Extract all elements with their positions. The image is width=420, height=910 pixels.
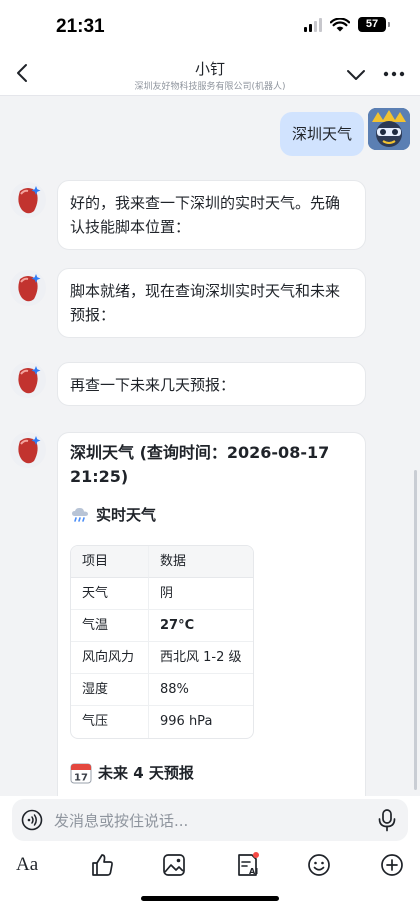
table-cell-value: 27°C [149,610,253,642]
chat-scrollbar[interactable] [414,470,417,790]
thumbs-up-icon[interactable] [88,851,116,879]
add-icon[interactable] [378,851,406,879]
user-message-bubble[interactable]: 深圳天气 [279,112,364,156]
table-cell-value: 阴 [149,578,253,610]
chat-messages[interactable]: 深圳天气 好的，我来查一下深圳的实时天气。先确认技能脚本位置： 脚本就绪，现在查… [0,96,420,796]
user-avatar[interactable] [368,108,410,150]
bot-logo-icon [18,366,41,394]
table-cell-value: 88% [149,674,253,706]
image-icon[interactable] [160,851,188,879]
table-header-data: 数据 [149,546,253,578]
chat-header: 小钉 深圳友好物科技服务有限公司(机器人) [0,52,420,96]
cellular-signal-icon [304,17,322,32]
bot-message-bubble[interactable]: 好的，我来查一下深圳的实时天气。先确认技能脚本位置： [57,180,366,250]
bot-message-bubble[interactable]: 脚本就绪，现在查询深圳实时天气和未来预报： [57,268,366,338]
notification-dot [253,852,259,858]
input-toolbar: Aa AI [0,851,420,881]
bot-logo-icon [18,186,41,214]
microphone-icon[interactable] [376,808,398,832]
weather-data-table: 项目 数据 天气 阴 气温 27°C 风向风力 西北风 1-2 级 湿度 88%… [70,545,254,739]
voice-mode-icon[interactable] [21,809,43,831]
table-header-item: 项目 [71,546,149,578]
table-cell-item: 风向风力 [71,642,149,674]
bot-avatar[interactable] [10,270,46,306]
bot-message-bubble[interactable]: 再查一下未来几天预报： [57,362,366,406]
cloud-rain-icon [72,507,88,522]
status-time: 21:31 [56,16,105,37]
message-input-placeholder[interactable]: 发消息或按住说话... [54,810,188,831]
realtime-weather-heading: 实时天气 [70,503,353,527]
status-bar: 21:31 57 [0,0,420,52]
realtime-weather-title: 实时天气 [96,506,157,524]
cartoon-avatar-icon [368,108,410,150]
svg-text:AI: AI [249,867,258,876]
table-row: 天气 阴 [71,578,253,610]
table-cell-value: 西北风 1-2 级 [149,642,253,674]
wifi-icon [330,17,350,31]
calendar-icon: 17 [70,763,92,784]
table-cell-item: 气温 [71,610,149,642]
forecast-heading: 17 未来 4 天预报 [70,761,353,785]
table-cell-item: 湿度 [71,674,149,706]
input-area: 发消息或按住说话... Aa AI [0,796,420,910]
status-icons: 57 [304,17,390,32]
table-row: 气压 996 hPa [71,706,253,738]
forecast-title: 未来 4 天预报 [98,764,194,782]
table-cell-item: 气压 [71,706,149,738]
bot-avatar[interactable] [10,432,46,468]
weather-card[interactable]: 深圳天气 (查询时间：2026-08-17 21:25) 实时天气 项目 数据 … [57,432,366,796]
emoji-icon[interactable] [305,851,333,879]
home-indicator[interactable] [141,896,279,901]
calendar-icon-day: 17 [74,773,88,784]
table-row: 湿度 88% [71,674,253,706]
table-cell-value: 996 hPa [160,714,213,729]
bot-avatar[interactable] [10,362,46,398]
message-input[interactable]: 发消息或按住说话... [12,799,408,841]
table-header-row: 项目 数据 [71,546,253,578]
more-options-icon[interactable] [382,62,406,86]
table-row: 气温 27°C [71,610,253,642]
bot-avatar[interactable] [10,182,46,218]
table-cell-item: 天气 [71,578,149,610]
chevron-down-icon[interactable] [344,62,368,86]
battery-icon: 57 [358,17,390,32]
ai-document-icon[interactable]: AI [233,851,261,879]
bot-logo-icon [18,274,41,302]
weather-card-title: 深圳天气 (查询时间：2026-08-17 21:25) [70,443,330,486]
text-format-button[interactable]: Aa [16,851,44,879]
bot-logo-icon [18,436,41,464]
table-row: 风向风力 西北风 1-2 级 [71,642,253,674]
